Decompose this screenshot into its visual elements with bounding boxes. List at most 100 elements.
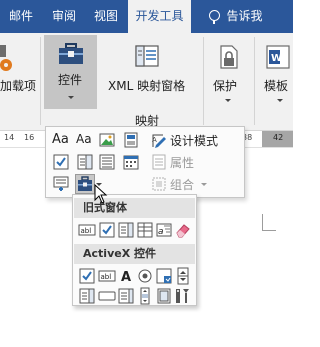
legacy-form-field-shading-button[interactable]: a bbox=[155, 221, 173, 239]
template-icon: W bbox=[266, 45, 290, 69]
xml-mapping-pane-button[interactable]: XML 映射窗格 bbox=[104, 37, 190, 103]
activex-image-and-tools-button[interactable] bbox=[174, 287, 192, 305]
activex-text-box-button[interactable]: abl bbox=[98, 267, 116, 285]
activex-list-box-button[interactable] bbox=[117, 287, 135, 305]
checkbox-content-control-button[interactable] bbox=[52, 153, 70, 171]
building-block-gallery-button[interactable] bbox=[122, 131, 140, 149]
lightbulb-icon bbox=[209, 10, 221, 24]
properties-button: 属性 bbox=[170, 156, 195, 170]
chevron-down-icon bbox=[68, 96, 74, 99]
text-boundary-corner bbox=[262, 214, 276, 231]
group-button: 组合 bbox=[170, 178, 195, 192]
drop-down-list-content-control-button[interactable] bbox=[98, 153, 116, 171]
ribbon-tab-bar: 邮件 审阅 视图 开发工具 告诉我 bbox=[0, 0, 293, 34]
activex-combo-box-button[interactable] bbox=[78, 287, 96, 305]
tab-review[interactable]: 审阅 bbox=[44, 0, 84, 33]
svg-text:A: A bbox=[121, 270, 131, 285]
activex-option-button[interactable] bbox=[136, 267, 154, 285]
spin-button-icon bbox=[177, 267, 189, 285]
mouse-cursor-icon bbox=[94, 184, 108, 204]
tab-mailings[interactable]: 邮件 bbox=[0, 0, 42, 33]
activex-more-controls-button[interactable] bbox=[155, 267, 173, 285]
controls-dropdown: Aa Aa A 设计模式 属性 组合 bbox=[45, 126, 245, 198]
design-mode-icon: A bbox=[152, 134, 166, 148]
svg-text:W: W bbox=[271, 53, 282, 64]
design-mode-icon-button[interactable]: A bbox=[150, 131, 168, 149]
building-block-icon bbox=[124, 132, 138, 148]
command-button-icon bbox=[98, 291, 116, 301]
properties-icon-button bbox=[150, 153, 168, 171]
svg-text:A: A bbox=[152, 136, 157, 144]
combo-box-content-control-button[interactable] bbox=[76, 153, 94, 171]
svg-text:a: a bbox=[158, 227, 164, 237]
text-box-icon: abl bbox=[98, 270, 116, 282]
legacy-tools-button[interactable] bbox=[75, 174, 95, 194]
properties-icon bbox=[152, 154, 166, 170]
legacy-tools-submenu: 旧式窗体 abl a ActiveX 控件 abl A bbox=[72, 194, 197, 306]
form-field-shading-icon: a bbox=[156, 223, 172, 237]
drop-down-list-icon bbox=[118, 222, 134, 238]
radio-button-icon bbox=[138, 269, 152, 283]
group-separator bbox=[40, 37, 41, 125]
controls-button[interactable]: 控件 bbox=[44, 35, 97, 109]
activex-controls-header: ActiveX 控件 bbox=[74, 244, 195, 264]
design-mode-button[interactable]: 设计模式 bbox=[170, 132, 218, 149]
label-icon: A bbox=[121, 270, 131, 285]
legacy-text-field-button[interactable]: abl bbox=[78, 221, 96, 239]
activex-toggle-button[interactable] bbox=[155, 287, 173, 305]
templates-button[interactable]: W 模板 bbox=[258, 37, 293, 109]
repeating-section-icon bbox=[53, 176, 69, 191]
ribbon-panel: 加载项 控件 XML 映射窗格 映射 保护 W 模板 bbox=[0, 33, 293, 131]
repeating-section-content-control-button[interactable] bbox=[52, 175, 70, 193]
eraser-icon bbox=[176, 224, 190, 238]
checkbox-icon bbox=[53, 154, 69, 170]
legacy-insert-frame-button[interactable] bbox=[136, 221, 154, 239]
activex-checkbox-button[interactable] bbox=[78, 267, 96, 285]
tab-tell-me[interactable]: 告诉我 bbox=[196, 0, 276, 33]
chevron-down-icon bbox=[225, 99, 231, 102]
checkbox-icon bbox=[99, 222, 115, 238]
combo-box-icon bbox=[79, 288, 95, 304]
calendar-icon bbox=[123, 155, 139, 170]
more-controls-icon bbox=[156, 268, 172, 284]
legacy-checkbox-button[interactable] bbox=[98, 221, 116, 239]
list-box-icon bbox=[118, 288, 134, 304]
plain-text-content-control-button[interactable]: Aa bbox=[76, 132, 92, 146]
toggle-button-icon bbox=[157, 288, 171, 304]
date-picker-content-control-button[interactable] bbox=[122, 153, 140, 171]
chevron-down-icon bbox=[201, 183, 207, 186]
activex-command-button[interactable] bbox=[98, 287, 116, 305]
toolbox-icon bbox=[59, 43, 83, 64]
tab-developer[interactable]: 开发工具 bbox=[128, 0, 191, 34]
activex-label-button[interactable]: A bbox=[117, 267, 135, 285]
legacy-reset-form-fields-button[interactable] bbox=[174, 221, 192, 239]
group-icon-button bbox=[150, 175, 168, 193]
drop-down-list-icon bbox=[99, 154, 115, 170]
group-separator bbox=[203, 37, 204, 125]
toolbox-icon bbox=[78, 176, 92, 191]
legacy-forms-header: 旧式窗体 bbox=[74, 198, 195, 218]
lock-document-icon bbox=[220, 45, 238, 69]
chevron-down-icon bbox=[277, 99, 283, 102]
picture-icon bbox=[99, 133, 115, 147]
group-separator bbox=[254, 37, 255, 125]
activex-scroll-bar-button[interactable] bbox=[136, 287, 154, 305]
scroll-bar-icon bbox=[140, 287, 150, 305]
combo-box-icon bbox=[77, 154, 93, 170]
group-icon bbox=[152, 177, 166, 191]
tab-view[interactable]: 视图 bbox=[86, 0, 126, 33]
xml-map-icon bbox=[135, 45, 159, 67]
addins-icon bbox=[0, 45, 12, 71]
tools-icon bbox=[176, 289, 189, 303]
legacy-drop-down-button[interactable] bbox=[117, 221, 135, 239]
picture-content-control-button[interactable] bbox=[98, 131, 116, 149]
frame-icon bbox=[137, 222, 153, 238]
protect-button[interactable]: 保护 bbox=[207, 37, 249, 109]
text-field-icon: abl bbox=[78, 224, 96, 236]
svg-text:abl: abl bbox=[81, 227, 92, 235]
addins-button[interactable]: 加载项 bbox=[0, 37, 40, 101]
checkbox-icon bbox=[79, 268, 95, 284]
activex-spin-button[interactable] bbox=[174, 267, 192, 285]
rich-text-content-control-button[interactable]: Aa bbox=[52, 132, 69, 147]
svg-text:abl: abl bbox=[101, 273, 112, 281]
